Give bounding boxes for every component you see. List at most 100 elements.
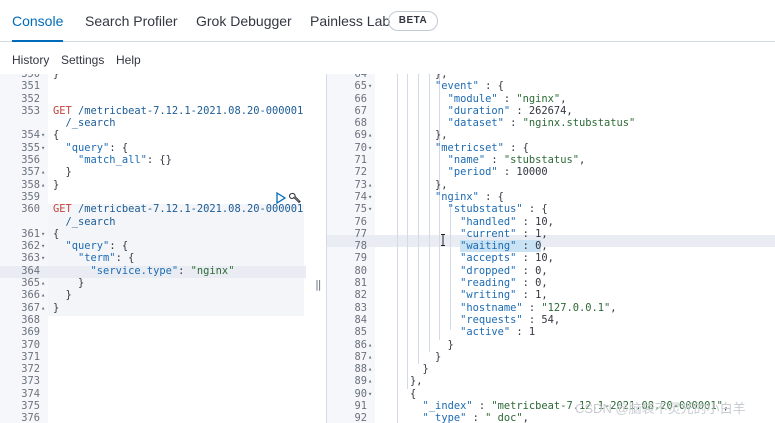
code-text: } [53,289,72,302]
request-line: 366 ▴ } [0,289,306,301]
fold-arrow-up-icon[interactable]: ▴ [368,363,376,375]
line-number: 73 [354,178,367,191]
line-number: 356 [21,154,40,167]
response-line: 67 "duration" : 262674, [327,105,775,117]
line-number: 89 [354,375,367,388]
fold-arrow-up-icon[interactable]: ▴ [368,129,376,141]
request-line: 364 "service.type": "nginx" [0,265,306,277]
response-line: 68 "dataset" : "nginx.stubstatus" [327,117,775,129]
fold-arrow-down-icon[interactable]: ▾ [41,142,49,154]
wrench-icon[interactable] [289,192,301,204]
code-text: "match_all": {} [78,154,172,167]
code-text: "event" : { [435,80,504,93]
code-text: } [385,338,454,351]
tab-painless-lab[interactable]: Painless Lab [310,0,390,41]
fold-arrow-up-icon[interactable]: ▴ [41,277,49,289]
fold-arrow-down-icon[interactable]: ▾ [368,388,376,400]
menu-help[interactable]: Help [116,42,141,78]
watermark: CSDN @脑袋不灵光的小白羊 [575,401,746,416]
line-number: 376 [21,412,40,423]
play-icon[interactable] [276,192,286,204]
fold-arrow-up-icon[interactable]: ▴ [41,302,49,314]
code-text: }, [385,129,448,142]
line-number: 72 [354,166,367,179]
fold-arrow-down-icon[interactable]: ▾ [368,191,376,203]
request-line: 363 ▾ "term": { [0,252,306,264]
fold-arrow-down-icon[interactable]: ▾ [368,203,376,215]
request-line: 353 GET /metricbeat-7.12.1-2021.08.20-000… [0,105,306,117]
fold-arrow-up-icon[interactable]: ▴ [368,351,376,363]
tab-console[interactable]: Console [12,0,64,42]
request-line: 367 ▴} [0,302,306,314]
response-line: 65 ▾ "event" : { [327,80,775,92]
code-text: { [53,227,60,240]
top-tab-bar: Console Search Profiler Grok Debugger Pa… [0,0,775,42]
response-line: 83 "hostname" : "127.0.0.1", [327,302,775,314]
request-line: 365 ▴ } [0,277,306,289]
response-editor[interactable]: 64 }, 65 ▾ "event" : {66 "module" : "nginx… [326,74,775,423]
fold-arrow-up-icon[interactable]: ▴ [368,179,376,191]
request-line: 372 [0,363,306,375]
response-line: 86 ▴ } [327,339,775,351]
code-text: }, [385,375,423,388]
response-line: 82 "writing" : 1, [327,289,775,301]
code-text: "writing" : 1, [460,289,548,302]
request-line: 369 [0,326,306,338]
line-number: 353 [21,104,40,117]
code-text: "dropped" : 0, [460,264,548,277]
fold-arrow-down-icon[interactable]: ▾ [368,142,376,154]
beta-badge: BETA [388,11,438,31]
code-text: } [53,301,60,314]
console-menu: History Settings Help [0,42,775,74]
line-number: 71 [354,154,367,167]
line-number: 66 [354,92,367,105]
request-line: 362 ▾ "query": { [0,240,306,252]
line-number: 75 [354,203,367,216]
pane-divider[interactable] [306,74,326,423]
request-line: /_search [0,117,306,129]
fold-arrow-up-icon[interactable]: ▴ [41,179,49,191]
fold-arrow-up-icon[interactable]: ▴ [368,339,376,351]
code-text: "query": { [65,240,129,253]
line-number: 76 [354,215,367,228]
response-line: 70 ▾ "metricset" : { [327,142,775,154]
line-number: 65 [354,80,367,93]
request-editor[interactable]: 350} 351 352 353 GET /metricbeat-7.12.1-2021… [0,74,306,423]
request-line: 357 ▴ } [0,166,306,178]
code-text: } [53,178,60,191]
fold-arrow-up-icon[interactable]: ▴ [41,289,49,301]
code-text: "module" : "nginx", [447,92,567,105]
code-text: /_search [53,215,116,228]
fold-arrow-down-icon[interactable]: ▾ [368,80,376,92]
request-line: 360 GET /metricbeat-7.12.1-2021.08.20-000… [0,203,306,215]
line-number: 360 [21,203,40,216]
line-number: 79 [354,252,367,265]
code-text: { [385,387,417,400]
line-number: 85 [354,326,367,339]
fold-arrow-down-icon[interactable]: ▾ [41,129,49,141]
line-number: 363 [21,252,40,265]
fold-arrow-up-icon[interactable]: ▴ [41,166,49,178]
response-code-lines: 64 }, 65 ▾ "event" : {66 "module" : "nginx… [327,74,775,423]
code-text: "duration" : 262674, [447,104,573,117]
response-line: 76 "handled" : 10, [327,216,775,228]
text-cursor-icon [441,234,445,246]
tab-search-profiler[interactable]: Search Profiler [85,0,178,41]
code-text: "service.type": "nginx" [90,264,235,277]
line-number: 90 [354,387,367,400]
line-number: 369 [21,326,40,339]
response-line: 75 ▾ "stubstatus" : { [327,203,775,215]
resize-grip-icon[interactable]: ‖ [315,278,322,291]
menu-history[interactable]: History [12,42,49,78]
request-line: 356 "match_all": {} [0,154,306,166]
menu-settings[interactable]: Settings [61,42,104,78]
fold-arrow-down-icon[interactable]: ▾ [41,228,49,240]
fold-arrow-down-icon[interactable]: ▾ [41,252,49,264]
fold-arrow-down-icon[interactable]: ▾ [41,240,49,252]
fold-arrow-up-icon[interactable]: ▴ [368,375,376,387]
code-text: "handled" : 10, [460,215,554,228]
line-number: 87 [354,350,367,363]
response-line: 87 ▴ } [327,351,775,363]
tab-grok-debugger[interactable]: Grok Debugger [196,0,292,41]
request-line: 354 ▾ { [0,129,306,141]
